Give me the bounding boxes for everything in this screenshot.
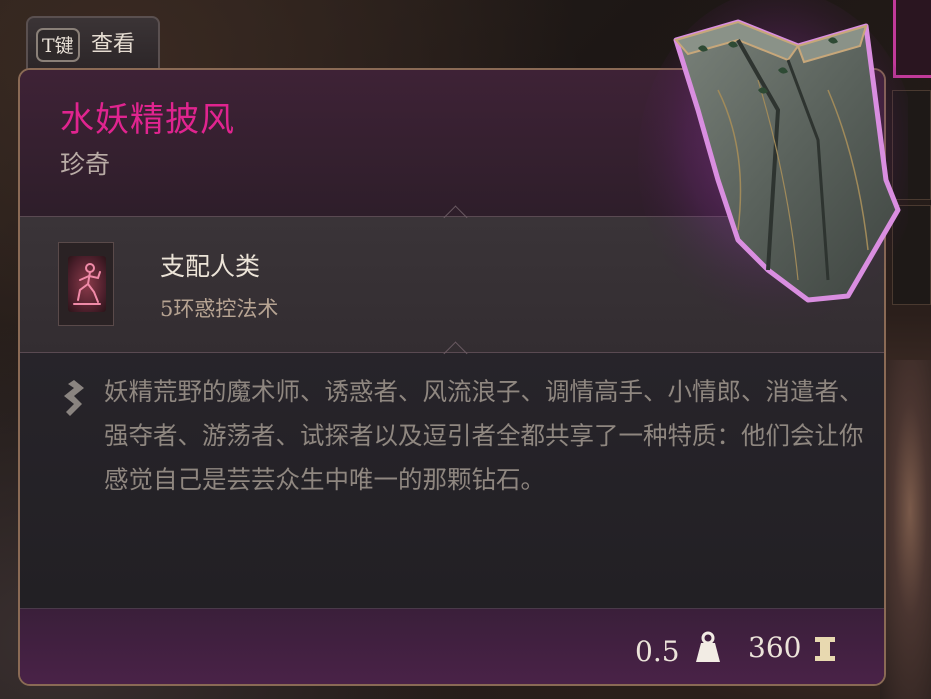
cloak-icon [628,0,918,330]
item-description: 妖精荒野的魔术师、诱惑者、风流浪子、调情高手、小情郎、消遣者、强夺者、游荡者、试… [104,377,864,494]
key-cap: T键 [36,28,80,62]
dominate-person-icon[interactable] [58,242,114,326]
spell-level-school: 5环惑控法术 [160,297,279,321]
examine-label: 查看 [91,32,136,57]
background-scenery [880,360,931,699]
item-name: 水妖精披风 [60,100,235,140]
weight-icon [693,630,723,666]
item-weight: 0.5 [635,635,680,668]
divider [20,608,884,609]
item-value: 360 [748,631,802,664]
gold-icon [814,636,836,662]
item-rarity: 珍奇 [60,150,111,179]
examine-hint-tab[interactable]: T键 查看 [26,16,160,76]
spell-name: 支配人类 [160,252,261,281]
quote-icon [60,378,88,418]
